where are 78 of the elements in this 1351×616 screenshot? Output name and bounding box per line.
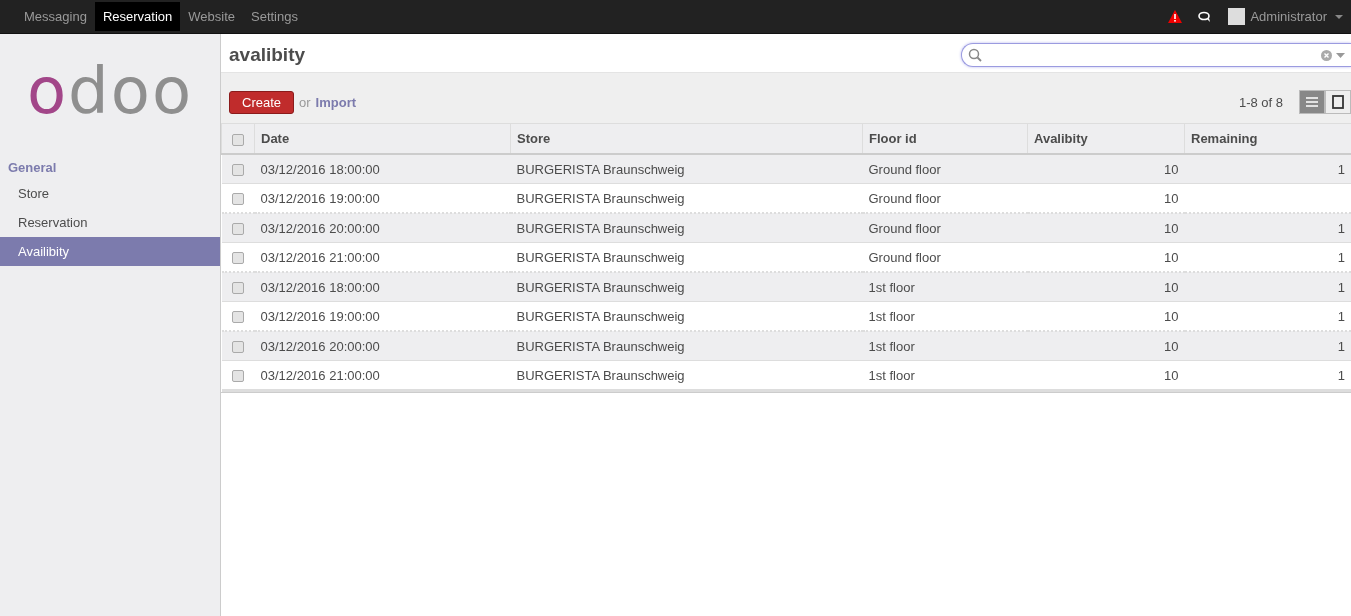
page-title: avalibity: [229, 44, 306, 66]
table-cell: 1st floor: [868, 308, 915, 324]
table-cell: 10: [1164, 190, 1179, 206]
user-menu[interactable]: Administrator: [1228, 8, 1343, 25]
table-cell: Ground floor: [868, 190, 941, 206]
table-cell: Ground floor: [868, 220, 941, 236]
table-cell: 03/12/2016 18:00:00: [260, 279, 380, 295]
table-cell: BURGERISTA Braunschweig: [516, 249, 685, 265]
table-cell: 10: [1164, 161, 1179, 177]
column-header[interactable]: Floor id: [862, 123, 1028, 154]
menu-tab[interactable]: Reservation: [94, 2, 181, 31]
table-cell: 03/12/2016 18:00:00: [260, 161, 380, 177]
sidebar-item[interactable]: Availibity: [0, 237, 220, 266]
logo: odoo: [25, 56, 195, 126]
sidebar-item[interactable]: Store: [0, 179, 220, 208]
clear-icon[interactable]: [1321, 49, 1332, 61]
table-cell: 10: [1164, 220, 1179, 236]
table-cell: 03/12/2016 21:00:00: [260, 367, 380, 383]
row-checkbox[interactable]: [232, 164, 244, 177]
caret-icon: [1335, 14, 1343, 19]
row-checkbox[interactable]: [232, 223, 244, 236]
row-checkbox[interactable]: [232, 193, 244, 206]
table-cell: 1st floor: [868, 367, 915, 383]
table-cell: 03/12/2016 20:00:00: [260, 220, 380, 236]
table-cell: 1: [1337, 220, 1345, 236]
list-icon: [1306, 97, 1318, 107]
search-field[interactable]: [961, 43, 1351, 67]
row-checkbox[interactable]: [232, 370, 244, 383]
column-header[interactable]: Avalibity: [1027, 123, 1185, 154]
pager-text: 1-8 of 8: [1238, 94, 1283, 110]
table-cell: 10: [1164, 279, 1179, 295]
row-checkbox[interactable]: [232, 252, 244, 265]
table-cell: 1: [1337, 249, 1345, 265]
table-cell: Ground floor: [868, 161, 941, 177]
table-cell: BURGERISTA Braunschweig: [516, 279, 685, 295]
table-cell: BURGERISTA Braunschweig: [516, 308, 685, 324]
table-cell: BURGERISTA Braunschweig: [516, 190, 685, 206]
table-cell: BURGERISTA Braunschweig: [516, 338, 685, 354]
table-cell: 10: [1164, 249, 1179, 265]
table-cell: 1: [1337, 279, 1345, 295]
table-cell: 1: [1337, 367, 1345, 383]
table-cell: 10: [1164, 367, 1179, 383]
avatar-icon: [1228, 8, 1246, 25]
table-cell: Ground floor: [868, 249, 941, 265]
column-header[interactable]: Date: [254, 123, 511, 154]
search-icon: [968, 48, 982, 62]
table-cell: BURGERISTA Braunschweig: [516, 367, 685, 383]
table-cell: 10: [1164, 338, 1179, 354]
column-header[interactable]: Remaining: [1184, 123, 1351, 154]
table-cell: 03/12/2016 19:00:00: [260, 308, 380, 324]
menu-tab[interactable]: Settings: [243, 2, 306, 31]
or-text: or: [299, 94, 311, 110]
table-cell: 1: [1337, 161, 1345, 177]
table-cell: 03/12/2016 20:00:00: [260, 338, 380, 354]
table-cell: 1st floor: [868, 338, 915, 354]
section-heading: General: [7, 160, 58, 175]
menu-tab[interactable]: Messaging: [16, 2, 95, 31]
row-checkbox[interactable]: [232, 311, 244, 324]
select-all-checkbox[interactable]: [232, 133, 244, 146]
table-cell: 1: [1337, 338, 1345, 354]
row-checkbox[interactable]: [232, 341, 244, 354]
table-cell: BURGERISTA Braunschweig: [516, 161, 685, 177]
table-cell: 03/12/2016 19:00:00: [260, 190, 380, 206]
table-cell: 10: [1164, 308, 1179, 324]
sidebar-item[interactable]: Reservation: [0, 208, 220, 237]
row-checkbox[interactable]: [232, 282, 244, 295]
caret-icon[interactable]: [1336, 52, 1345, 58]
kanban-view-button[interactable]: [1325, 90, 1351, 114]
table-cell: BURGERISTA Braunschweig: [516, 220, 685, 236]
warning-icon[interactable]: [1168, 10, 1183, 23]
square-icon: [1332, 95, 1344, 109]
table-cell: 1st floor: [868, 279, 915, 295]
table-cell: 03/12/2016 21:00:00: [260, 249, 380, 265]
chat-icon[interactable]: [1198, 10, 1213, 23]
create-button[interactable]: Create: [229, 90, 295, 114]
table-cell: 1: [1337, 308, 1345, 324]
menu-tab[interactable]: Website: [180, 2, 243, 31]
column-header[interactable]: Store: [510, 123, 863, 154]
